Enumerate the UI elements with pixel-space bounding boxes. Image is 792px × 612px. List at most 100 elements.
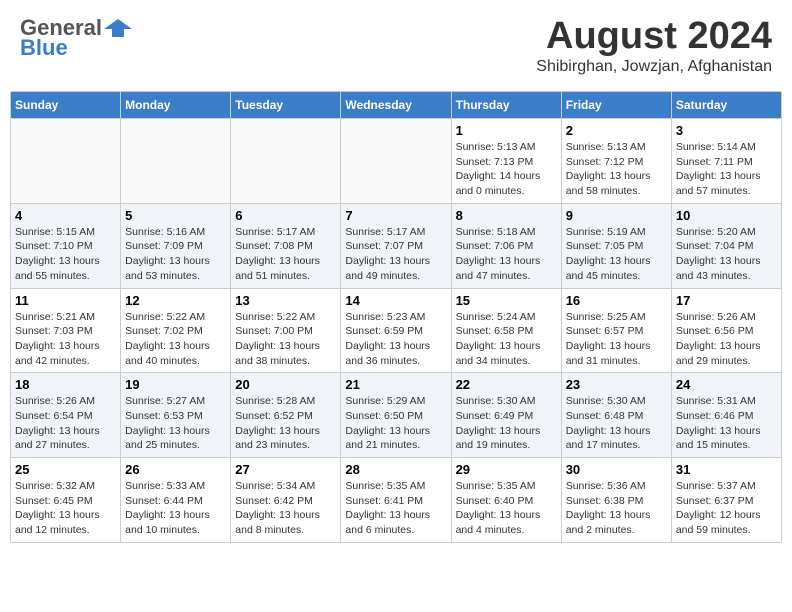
table-row: 28Sunrise: 5:35 AMSunset: 6:41 PMDayligh… <box>341 458 451 543</box>
day-info: Sunrise: 5:14 AMSunset: 7:11 PMDaylight:… <box>676 140 777 199</box>
day-number: 6 <box>235 208 336 223</box>
day-info: Sunrise: 5:32 AMSunset: 6:45 PMDaylight:… <box>15 479 116 538</box>
table-row: 2 Sunrise: 5:13 AMSunset: 7:12 PMDaylight… <box>561 119 671 204</box>
header: General Blue August 2024 Shibirghan, Jow… <box>10 10 782 81</box>
table-row: 22Sunrise: 5:30 AMSunset: 6:49 PMDayligh… <box>451 373 561 458</box>
table-row: 5 Sunrise: 5:16 AMSunset: 7:09 PMDaylight… <box>121 203 231 288</box>
day-number: 1 <box>456 123 557 138</box>
calendar-week-row: 25 Sunrise: 5:32 AMSunset: 6:45 PMDayligh… <box>11 458 782 543</box>
table-row <box>11 119 121 204</box>
col-friday: Friday <box>561 92 671 119</box>
calendar-week-row: 18 Sunrise: 5:26 AMSunset: 6:54 PMDayligh… <box>11 373 782 458</box>
day-number: 7 <box>345 208 446 223</box>
table-row: 30 Sunrise: 5:36 AMSunset: 6:38 PMDayligh… <box>561 458 671 543</box>
day-number: 29 <box>456 462 557 477</box>
main-title: August 2024 <box>536 15 772 58</box>
day-number: 9 <box>566 208 667 223</box>
day-number: 15 <box>456 293 557 308</box>
col-monday: Monday <box>121 92 231 119</box>
day-number: 2 <box>566 123 667 138</box>
table-row: 26Sunrise: 5:33 AMSunset: 6:44 PMDayligh… <box>121 458 231 543</box>
col-thursday: Thursday <box>451 92 561 119</box>
table-row: 14Sunrise: 5:23 AMSunset: 6:59 PMDayligh… <box>341 288 451 373</box>
day-info: Sunrise: 5:17 AMSunset: 7:07 PMDaylight:… <box>345 225 446 284</box>
day-number: 21 <box>345 377 446 392</box>
table-row: 11Sunrise: 5:21 AMSunset: 7:03 PMDayligh… <box>11 288 121 373</box>
table-row: 1Sunrise: 5:13 AMSunset: 7:13 PMDaylight… <box>451 119 561 204</box>
calendar-week-row: 11Sunrise: 5:21 AMSunset: 7:03 PMDayligh… <box>11 288 782 373</box>
table-row: 25 Sunrise: 5:32 AMSunset: 6:45 PMDayligh… <box>11 458 121 543</box>
day-info: Sunrise: 5:24 AMSunset: 6:58 PMDaylight:… <box>456 310 557 369</box>
day-info: Sunrise: 5:13 AMSunset: 7:12 PMDaylight:… <box>566 140 667 199</box>
day-info: Sunrise: 5:28 AMSunset: 6:52 PMDaylight:… <box>235 394 336 453</box>
day-info: Sunrise: 5:22 AMSunset: 7:02 PMDaylight:… <box>125 310 226 369</box>
day-info: Sunrise: 5:21 AMSunset: 7:03 PMDaylight:… <box>15 310 116 369</box>
table-row: 9 Sunrise: 5:19 AMSunset: 7:05 PMDaylight… <box>561 203 671 288</box>
calendar-header-row: Sunday Monday Tuesday Wednesday Thursday… <box>11 92 782 119</box>
table-row: 27Sunrise: 5:34 AMSunset: 6:42 PMDayligh… <box>231 458 341 543</box>
table-row: 23Sunrise: 5:30 AMSunset: 6:48 PMDayligh… <box>561 373 671 458</box>
day-number: 30 <box>566 462 667 477</box>
day-number: 12 <box>125 293 226 308</box>
col-sunday: Sunday <box>11 92 121 119</box>
day-info: Sunrise: 5:19 AMSunset: 7:05 PMDaylight:… <box>566 225 667 284</box>
day-info: Sunrise: 5:22 AMSunset: 7:00 PMDaylight:… <box>235 310 336 369</box>
logo-bird-icon <box>104 17 132 39</box>
day-number: 25 <box>15 462 116 477</box>
day-info: Sunrise: 5:23 AMSunset: 6:59 PMDaylight:… <box>345 310 446 369</box>
table-row: 10 Sunrise: 5:20 AMSunset: 7:04 PMDayligh… <box>671 203 781 288</box>
day-info: Sunrise: 5:35 AMSunset: 6:41 PMDaylight:… <box>345 479 446 538</box>
day-info: Sunrise: 5:26 AMSunset: 6:56 PMDaylight:… <box>676 310 777 369</box>
table-row: 29 Sunrise: 5:35 AMSunset: 6:40 PMDayligh… <box>451 458 561 543</box>
day-info: Sunrise: 5:29 AMSunset: 6:50 PMDaylight:… <box>345 394 446 453</box>
day-info: Sunrise: 5:36 AMSunset: 6:38 PMDaylight:… <box>566 479 667 538</box>
col-wednesday: Wednesday <box>341 92 451 119</box>
day-info: Sunrise: 5:25 AMSunset: 6:57 PMDaylight:… <box>566 310 667 369</box>
logo: General Blue <box>20 15 132 61</box>
day-number: 24 <box>676 377 777 392</box>
table-row: 20 Sunrise: 5:28 AMSunset: 6:52 PMDayligh… <box>231 373 341 458</box>
table-row: 13 Sunrise: 5:22 AMSunset: 7:00 PMDayligh… <box>231 288 341 373</box>
day-number: 20 <box>235 377 336 392</box>
table-row: 7 Sunrise: 5:17 AMSunset: 7:07 PMDaylight… <box>341 203 451 288</box>
table-row: 4 Sunrise: 5:15 AMSunset: 7:10 PMDaylight… <box>11 203 121 288</box>
table-row <box>231 119 341 204</box>
day-number: 18 <box>15 377 116 392</box>
day-number: 8 <box>456 208 557 223</box>
table-row: 24 Sunrise: 5:31 AMSunset: 6:46 PMDayligh… <box>671 373 781 458</box>
table-row: 15 Sunrise: 5:24 AMSunset: 6:58 PMDayligh… <box>451 288 561 373</box>
calendar-table: Sunday Monday Tuesday Wednesday Thursday… <box>10 91 782 543</box>
day-number: 13 <box>235 293 336 308</box>
day-info: Sunrise: 5:27 AMSunset: 6:53 PMDaylight:… <box>125 394 226 453</box>
table-row <box>341 119 451 204</box>
day-info: Sunrise: 5:35 AMSunset: 6:40 PMDaylight:… <box>456 479 557 538</box>
table-row: 16 Sunrise: 5:25 AMSunset: 6:57 PMDayligh… <box>561 288 671 373</box>
day-info: Sunrise: 5:15 AMSunset: 7:10 PMDaylight:… <box>15 225 116 284</box>
table-row: 8 Sunrise: 5:18 AMSunset: 7:06 PMDaylight… <box>451 203 561 288</box>
day-info: Sunrise: 5:16 AMSunset: 7:09 PMDaylight:… <box>125 225 226 284</box>
day-number: 23 <box>566 377 667 392</box>
table-row: 3Sunrise: 5:14 AMSunset: 7:11 PMDaylight… <box>671 119 781 204</box>
table-row: 6 Sunrise: 5:17 AMSunset: 7:08 PMDaylight… <box>231 203 341 288</box>
logo-blue-text: Blue <box>20 35 68 61</box>
day-number: 4 <box>15 208 116 223</box>
day-number: 17 <box>676 293 777 308</box>
day-number: 27 <box>235 462 336 477</box>
day-info: Sunrise: 5:17 AMSunset: 7:08 PMDaylight:… <box>235 225 336 284</box>
day-info: Sunrise: 5:30 AMSunset: 6:49 PMDaylight:… <box>456 394 557 453</box>
day-info: Sunrise: 5:26 AMSunset: 6:54 PMDaylight:… <box>15 394 116 453</box>
day-number: 31 <box>676 462 777 477</box>
day-info: Sunrise: 5:20 AMSunset: 7:04 PMDaylight:… <box>676 225 777 284</box>
day-info: Sunrise: 5:37 AMSunset: 6:37 PMDaylight:… <box>676 479 777 538</box>
day-number: 10 <box>676 208 777 223</box>
table-row: 12 Sunrise: 5:22 AMSunset: 7:02 PMDayligh… <box>121 288 231 373</box>
title-area: August 2024 Shibirghan, Jowzjan, Afghani… <box>536 15 772 76</box>
day-info: Sunrise: 5:31 AMSunset: 6:46 PMDaylight:… <box>676 394 777 453</box>
day-number: 16 <box>566 293 667 308</box>
day-number: 5 <box>125 208 226 223</box>
table-row: 17 Sunrise: 5:26 AMSunset: 6:56 PMDayligh… <box>671 288 781 373</box>
day-info: Sunrise: 5:33 AMSunset: 6:44 PMDaylight:… <box>125 479 226 538</box>
day-info: Sunrise: 5:18 AMSunset: 7:06 PMDaylight:… <box>456 225 557 284</box>
calendar-week-row: 4 Sunrise: 5:15 AMSunset: 7:10 PMDaylight… <box>11 203 782 288</box>
subtitle: Shibirghan, Jowzjan, Afghanistan <box>536 58 772 76</box>
